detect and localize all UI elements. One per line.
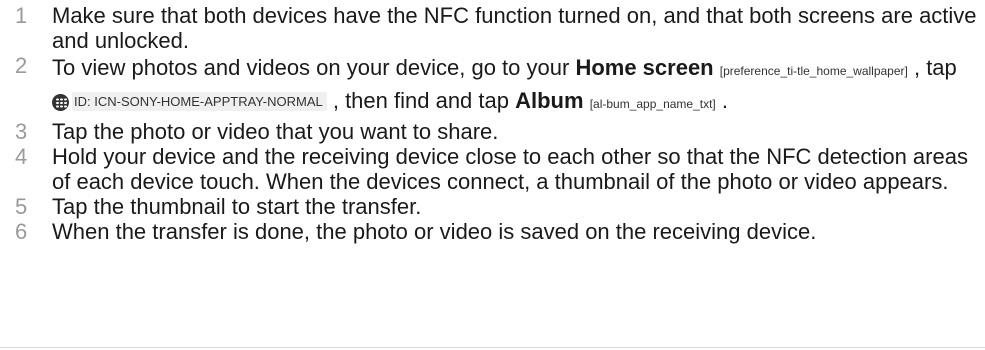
- step-number: 1: [15, 3, 28, 28]
- step-number: 3: [15, 119, 28, 144]
- step-number: 5: [15, 194, 28, 219]
- step-4: 4 Hold your device and the receiving dev…: [0, 144, 985, 194]
- step-text-part: To view photos and videos on your device…: [52, 55, 576, 80]
- step-text-part: , then find and tap: [326, 88, 516, 113]
- album-reference: [al-bum_app_name_txt]: [589, 97, 716, 111]
- step-number: 2: [15, 53, 28, 78]
- step-2: 2 To view photos and videos on your devi…: [0, 53, 985, 119]
- bottom-divider: [0, 347, 985, 348]
- step-text-part: .: [715, 88, 728, 113]
- step-text: Make sure that both devices have the NFC…: [52, 3, 977, 53]
- step-3: 3 Tap the photo or video that you want t…: [0, 119, 985, 144]
- step-text: Hold your device and the receiving devic…: [52, 144, 968, 194]
- home-screen-label: Home screen: [575, 55, 714, 80]
- step-5: 5 Tap the thumbnail to start the transfe…: [0, 194, 985, 219]
- step-text: Tap the thumbnail to start the transfer.: [52, 194, 422, 219]
- step-number: 6: [15, 219, 28, 244]
- instruction-steps: 1 Make sure that both devices have the N…: [0, 0, 985, 244]
- step-text: Tap the photo or video that you want to …: [52, 119, 499, 144]
- apps-grid-icon: [52, 94, 69, 111]
- home-screen-reference: [preference_ti-tle_home_wallpaper]: [719, 64, 908, 78]
- step-number: 4: [15, 144, 28, 169]
- icon-id-label: ID: ICN-SONY-HOME-APPTRAY-NORMAL: [72, 92, 327, 111]
- step-text: When the transfer is done, the photo or …: [52, 219, 817, 244]
- album-label: Album: [515, 88, 584, 113]
- step-text-part: , tap: [907, 55, 957, 80]
- step-1: 1 Make sure that both devices have the N…: [0, 3, 985, 53]
- step-6: 6 When the transfer is done, the photo o…: [0, 219, 985, 244]
